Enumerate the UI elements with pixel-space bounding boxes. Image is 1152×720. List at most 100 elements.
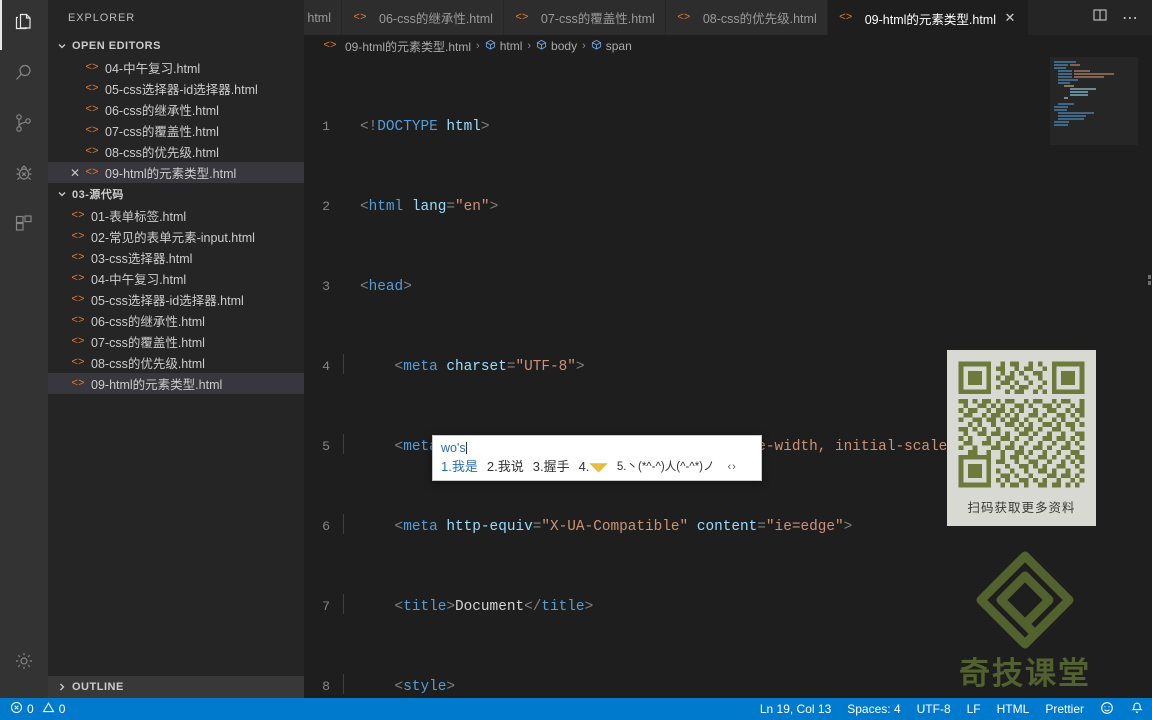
html-file-icon: <> — [323, 40, 337, 52]
activity-item-extensions[interactable] — [0, 200, 48, 250]
sidebar-title: EXPLORER — [68, 11, 136, 24]
line-content: <meta http-equiv="X-UA-Compatible" conte… — [342, 514, 852, 537]
open-editor-item[interactable]: <> 08-css的优先级.html — [48, 141, 304, 162]
ime-candidate-4[interactable]: 4.◥◤ — [579, 458, 608, 476]
code-line: 8 <style> — [304, 674, 1152, 697]
ime-candidate-3[interactable]: 3.握手 — [533, 458, 570, 476]
close-icon[interactable]: ✕ — [66, 166, 84, 180]
open-editor-label: 06-css的继承性.html — [105, 104, 219, 118]
line-content: <title>Document</title> — [342, 594, 593, 617]
extensions-icon — [12, 211, 36, 240]
file-tree: <> 01-表单标签.html <> 02-常见的表单元素-input.html… — [48, 205, 304, 394]
ime-candidate-1[interactable]: 1.我是 — [441, 458, 478, 476]
html-file-icon: <> — [353, 11, 367, 24]
line-content: <meta charset="UTF-8"> — [343, 354, 585, 377]
tab-06-css[interactable]: <> 06-css的继承性.html — [342, 0, 504, 35]
html-file-icon: <> — [85, 124, 99, 137]
open-editors-section-header[interactable]: OPEN EDITORS — [48, 35, 304, 57]
encoding-status[interactable]: UTF-8 — [909, 698, 959, 720]
open-editor-item-active[interactable]: ✕ <> 09-html的元素类型.html — [48, 162, 304, 183]
more-actions-button[interactable]: ⋯ — [1116, 4, 1144, 32]
workbench-body: EXPLORER OPEN EDITORS <> 04-中午复习.html <>… — [0, 0, 1152, 698]
outline-section-header[interactable]: OUTLINE — [48, 676, 304, 698]
ime-candidate-text: 我说 — [497, 459, 524, 474]
html-file-icon: <> — [85, 82, 99, 95]
feedback-button[interactable] — [1092, 698, 1122, 720]
file-tree-item[interactable]: <> 04-中午复习.html — [48, 268, 304, 289]
html-file-icon: <> — [71, 251, 85, 264]
file-tree-item[interactable]: <> 08-css的优先级.html — [48, 352, 304, 373]
qr-code-card: 扫码获取更多资料 — [947, 350, 1096, 526]
folder-section-header[interactable]: 03-源代码 — [48, 183, 304, 205]
breadcrumb-html[interactable]: html — [485, 39, 522, 53]
ime-page-nav[interactable]: ‹› — [728, 458, 737, 476]
open-editor-item[interactable]: <> 06-css的继承性.html — [48, 99, 304, 120]
gear-icon — [12, 649, 36, 678]
line-content: <!DOCTYPE html> — [360, 119, 490, 135]
scrollbar-decoration — [1148, 281, 1151, 285]
ime-candidate-index: 1. — [441, 459, 452, 474]
html-file-icon: <> — [71, 335, 85, 348]
ime-candidate-index: 2. — [486, 459, 498, 474]
ime-composition: wo's — [441, 440, 755, 458]
html-file-icon: <> — [71, 230, 85, 243]
file-tree-item[interactable]: <> 07-css的覆盖性.html — [48, 331, 304, 352]
ime-candidate-5[interactable]: 5.丶(*^-^)人(^-^*)ノ — [617, 458, 715, 476]
ime-candidate-popup[interactable]: wo's 1.我是 2.我说 3.握手 4.◥◤ 5.丶(*^-^)人(^-^*… — [432, 435, 762, 481]
code-line: 2 <html lang="en"> — [304, 197, 1152, 217]
editor-scrollbar[interactable] — [1138, 57, 1152, 698]
problems-status[interactable]: 0 0 — [0, 698, 73, 720]
open-editor-label: 04-中午复习.html — [105, 62, 201, 76]
formatter-status[interactable]: Prettier — [1037, 698, 1092, 720]
tab-label: html — [307, 10, 331, 25]
error-count: 0 — [27, 702, 34, 716]
tab-07-css[interactable]: <> 07-css的覆盖性.html — [503, 0, 666, 35]
breadcrumb-file[interactable]: <> 09-html的元素类型.html — [322, 38, 471, 55]
activity-item-explorer[interactable] — [0, 0, 48, 50]
file-tree-item[interactable]: <> 01-表单标签.html — [48, 205, 304, 226]
close-icon[interactable]: ✕ — [1002, 10, 1018, 26]
file-tree-item-selected[interactable]: <> 09-html的元素类型.html — [48, 373, 304, 394]
line-number: 4 — [322, 359, 330, 374]
html-file-icon: <> — [71, 293, 85, 306]
line-content: <head> — [360, 279, 412, 295]
notifications-button[interactable] — [1122, 698, 1152, 720]
breadcrumb-span[interactable]: span — [591, 39, 632, 53]
open-editor-item[interactable]: <> 04-中午复习.html — [48, 57, 304, 78]
open-editor-item[interactable]: <> 07-css的覆盖性.html — [48, 120, 304, 141]
ime-candidate-2[interactable]: 2.我说 — [487, 458, 524, 476]
activity-item-source-control[interactable] — [0, 100, 48, 150]
indentation-status[interactable]: Spaces: 4 — [839, 698, 908, 720]
breadcrumb-body[interactable]: body — [536, 39, 577, 53]
line-number: 1 — [322, 119, 330, 134]
vscode-window: EXPLORER OPEN EDITORS <> 04-中午复习.html <>… — [0, 0, 1152, 720]
tab-partial[interactable]: html — [304, 0, 342, 35]
bell-icon — [1130, 701, 1144, 718]
ime-candidate-text: 握手 — [543, 459, 570, 474]
source-control-icon — [12, 111, 36, 140]
search-icon — [12, 61, 36, 90]
symbol-cube-icon — [485, 39, 496, 53]
split-editor-button[interactable] — [1086, 4, 1114, 32]
ime-page-next[interactable]: › — [732, 461, 737, 473]
language-mode-status[interactable]: HTML — [989, 698, 1038, 720]
file-tree-item[interactable]: <> 06-css的继承性.html — [48, 310, 304, 331]
file-tree-item[interactable]: <> 02-常见的表单元素-input.html — [48, 226, 304, 247]
eol-status[interactable]: LF — [959, 698, 989, 720]
file-tree-item[interactable]: <> 03-css选择器.html — [48, 247, 304, 268]
tab-09-html-active[interactable]: <> 09-html的元素类型.html ✕ — [827, 0, 1029, 35]
open-editor-item[interactable]: <> 05-css选择器-id选择器.html — [48, 78, 304, 99]
split-editor-icon — [1092, 7, 1108, 28]
html-file-icon: <> — [677, 11, 691, 24]
activity-item-manage[interactable] — [0, 638, 48, 688]
breadcrumb-separator: › — [582, 40, 586, 52]
line-content: <style> — [342, 674, 455, 697]
html-file-icon: <> — [839, 12, 853, 24]
emoji-icon: ◥◤ — [589, 460, 608, 474]
explorer-empty-space — [48, 394, 304, 676]
tab-08-css[interactable]: <> 08-css的优先级.html — [665, 0, 828, 35]
file-tree-item[interactable]: <> 05-css选择器-id选择器.html — [48, 289, 304, 310]
cursor-position-status[interactable]: Ln 19, Col 13 — [752, 698, 839, 720]
activity-item-run-and-debug[interactable] — [0, 150, 48, 200]
activity-item-search[interactable] — [0, 50, 48, 100]
